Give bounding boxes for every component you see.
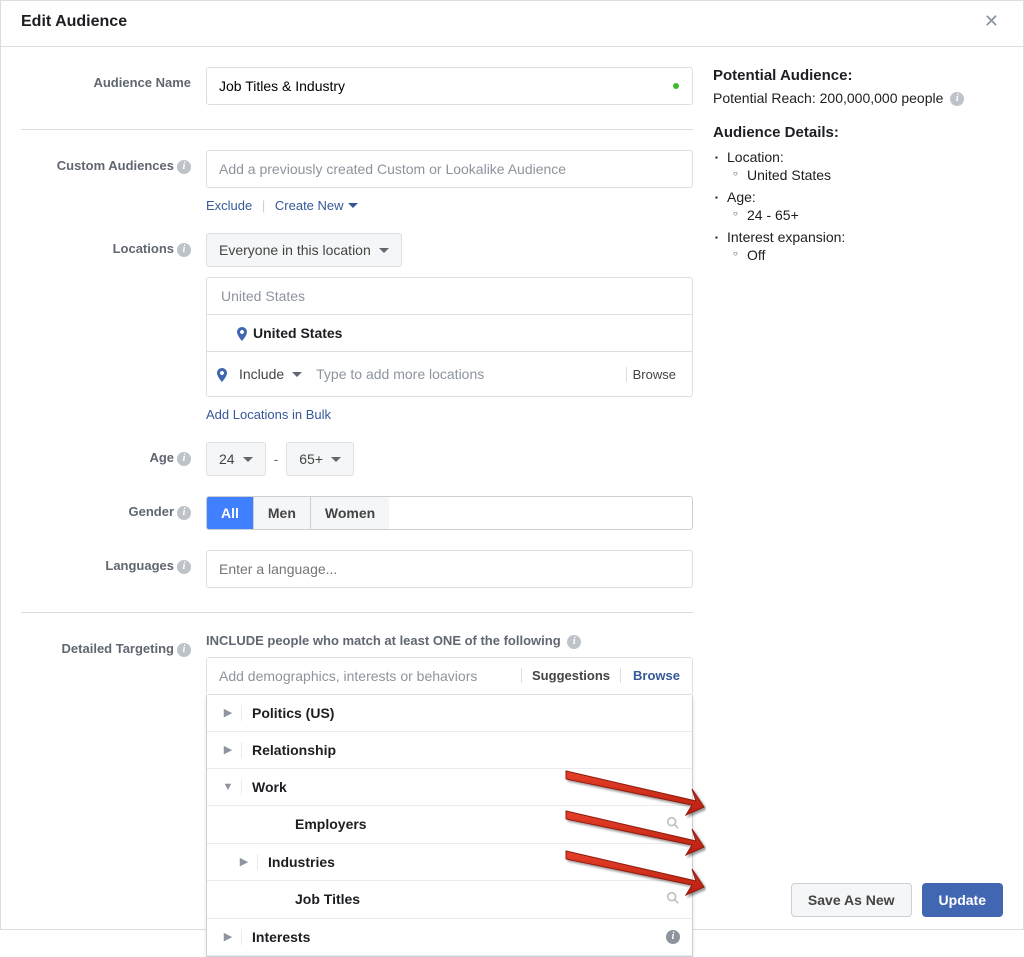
info-icon[interactable]: i xyxy=(177,243,191,257)
location-header: United States xyxy=(207,278,692,315)
language-input[interactable] xyxy=(206,550,693,588)
save-as-new-button[interactable]: Save As New xyxy=(791,883,912,917)
suggestions-button[interactable]: Suggestions xyxy=(521,668,620,683)
exclude-link[interactable]: Exclude xyxy=(206,198,252,213)
label-gender: Genderi xyxy=(21,496,206,520)
detail-expansion: Interest expansion: Off xyxy=(727,227,1003,267)
tree-item-relationship[interactable]: ▶ Relationship xyxy=(207,732,692,769)
include-select[interactable]: Include xyxy=(233,362,308,386)
bulk-locations-link[interactable]: Add Locations in Bulk xyxy=(206,407,331,422)
chevron-down-icon xyxy=(348,203,358,208)
info-icon[interactable]: i xyxy=(177,452,191,466)
info-icon[interactable]: i xyxy=(950,92,964,106)
modal-footer: Save As New Update xyxy=(771,871,1023,929)
gender-men-button[interactable]: Men xyxy=(254,497,311,529)
info-icon[interactable]: i xyxy=(177,560,191,574)
label-detailed-targeting: Detailed Targetingi xyxy=(21,633,206,657)
info-icon[interactable]: i xyxy=(177,506,191,520)
audience-summary: Potential Audience: Potential Reach: 200… xyxy=(713,47,1003,871)
tree-item-politics[interactable]: ▶ Politics (US) xyxy=(207,695,692,732)
potential-audience-title: Potential Audience: xyxy=(713,67,1003,84)
status-dot-icon xyxy=(673,83,679,89)
close-icon[interactable]: ✕ xyxy=(980,11,1003,32)
search-icon xyxy=(666,816,680,833)
targeting-dropdown: ▶ Politics (US) ▶ Relationship ▼ Work xyxy=(206,695,693,957)
chevron-right-icon: ▶ xyxy=(219,706,237,719)
chevron-right-icon: ▶ xyxy=(235,855,253,868)
age-min-select[interactable]: 24 xyxy=(206,442,266,476)
update-button[interactable]: Update xyxy=(922,883,1003,917)
label-custom-audiences: Custom Audiencesi xyxy=(21,150,206,174)
browse-targeting-button[interactable]: Browse xyxy=(620,668,692,683)
search-icon xyxy=(666,891,680,908)
location-item[interactable]: United States xyxy=(207,315,692,351)
chevron-right-icon: ▶ xyxy=(219,930,237,943)
potential-reach: Potential Reach: 200,000,000 people i xyxy=(713,90,1003,106)
chevron-down-icon xyxy=(379,248,389,253)
chevron-down-icon xyxy=(292,372,302,377)
label-audience-name: Audience Name xyxy=(21,67,206,90)
tree-item-employers[interactable]: Employers xyxy=(207,806,692,844)
label-locations: Locationsi xyxy=(21,233,206,257)
tree-item-interests[interactable]: ▶ Interests i xyxy=(207,919,692,956)
edit-audience-modal: Edit Audience ✕ Audience Name Custom Aud… xyxy=(0,0,1024,930)
label-languages: Languagesi xyxy=(21,550,206,574)
chevron-right-icon: ▶ xyxy=(219,743,237,756)
age-max-select[interactable]: 65+ xyxy=(286,442,354,476)
chevron-down-icon xyxy=(243,457,253,462)
targeting-input[interactable] xyxy=(207,658,521,694)
info-icon[interactable]: i xyxy=(177,643,191,657)
audience-details-title: Audience Details: xyxy=(713,124,1003,141)
chevron-down-icon: ▼ xyxy=(219,781,237,793)
info-icon[interactable]: i xyxy=(177,160,191,174)
info-icon[interactable]: i xyxy=(666,930,680,944)
modal-header: Edit Audience ✕ xyxy=(1,1,1023,47)
custom-audience-input[interactable]: Add a previously created Custom or Looka… xyxy=(206,150,693,188)
tree-item-work[interactable]: ▼ Work xyxy=(207,769,692,806)
tree-item-job-titles[interactable]: Job Titles xyxy=(207,881,692,919)
location-scope-select[interactable]: Everyone in this location xyxy=(206,233,402,267)
location-input[interactable] xyxy=(308,358,625,390)
browse-locations-button[interactable]: Browse xyxy=(626,367,682,382)
gender-women-button[interactable]: Women xyxy=(311,497,389,529)
info-icon[interactable]: i xyxy=(567,635,581,649)
tree-item-industries[interactable]: ▶ Industries xyxy=(207,844,692,881)
chevron-down-icon xyxy=(331,457,341,462)
include-text: INCLUDE people who match at least ONE of… xyxy=(206,633,693,649)
label-age: Agei xyxy=(21,442,206,466)
detail-location: Location: United States xyxy=(727,147,1003,187)
pin-icon xyxy=(217,366,233,382)
create-new-link[interactable]: Create New xyxy=(275,198,358,213)
modal-title: Edit Audience xyxy=(21,13,127,31)
detail-age: Age: 24 - 65+ xyxy=(727,187,1003,227)
audience-name-input[interactable] xyxy=(206,67,693,105)
gender-all-button[interactable]: All xyxy=(207,497,254,529)
pin-icon xyxy=(237,325,253,341)
